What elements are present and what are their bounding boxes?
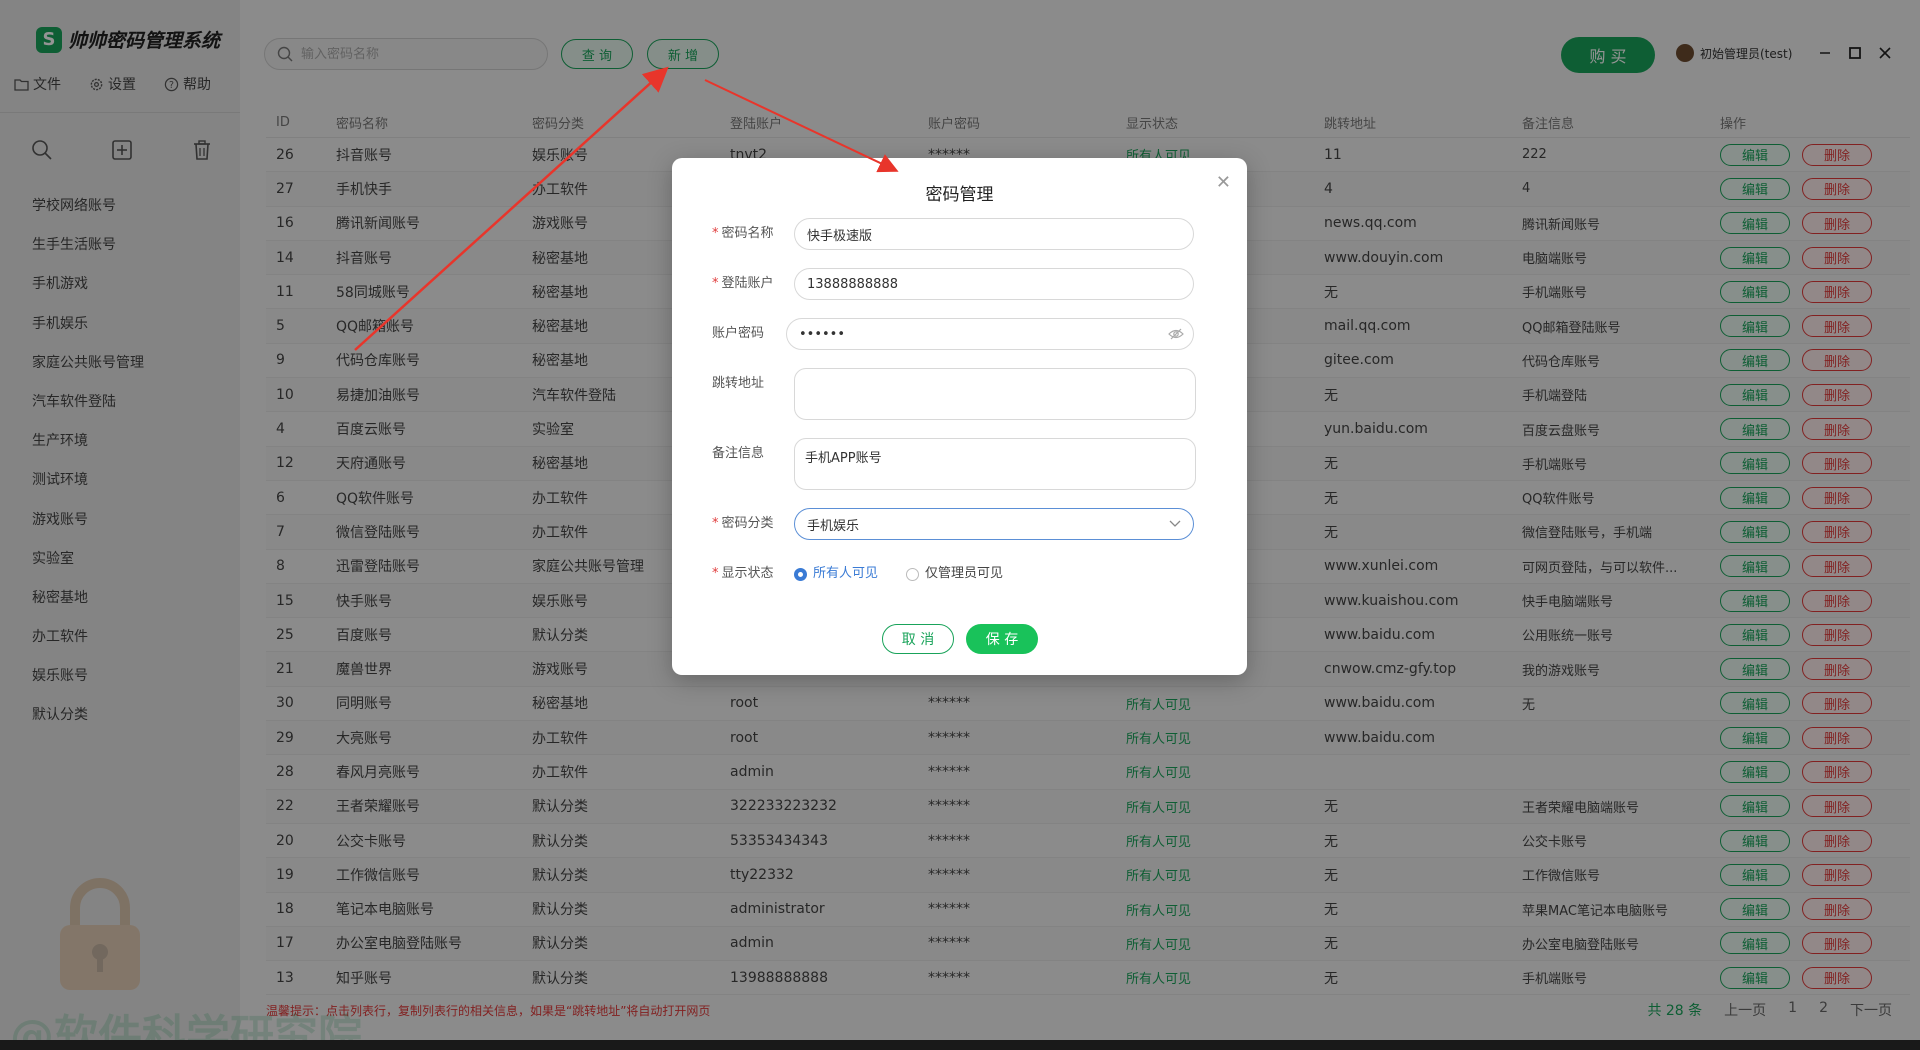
save-button[interactable]: 保 存 (966, 624, 1038, 654)
status-radio-all[interactable]: 所有人可见 (794, 558, 878, 590)
name-input[interactable] (794, 218, 1194, 250)
category-select[interactable]: 手机娱乐 (794, 508, 1194, 540)
account-row: * 登陆账户 (712, 268, 1194, 300)
status-radio-admin[interactable]: 仅管理员可见 (906, 558, 1003, 590)
category-selected-value: 手机娱乐 (807, 518, 860, 534)
cancel-button[interactable]: 取 消 (882, 624, 954, 654)
eye-icon[interactable] (1168, 326, 1184, 342)
account-input[interactable] (794, 268, 1194, 300)
status-row: * 显示状态 所有人可见 仅管理员可见 (712, 558, 1003, 590)
name-row: * 密码名称 (712, 218, 1194, 250)
url-label: 跳转地址 (712, 376, 765, 391)
note-row: 备注信息 手机APP账号 (712, 438, 1196, 490)
account-label: * 登陆账户 (712, 276, 774, 291)
password-dialog: 密码管理 ✕ *密码名称 *登陆账户 账户密码 跳转地址 备注信息 手机APP账… (672, 158, 1247, 675)
radio-checked-icon (794, 567, 807, 581)
url-row: 跳转地址 (712, 368, 1196, 420)
password-row: 账户密码 (712, 318, 1194, 350)
chevron-down-icon (1169, 520, 1181, 527)
name-label: * 密码名称 (712, 226, 774, 241)
note-textarea[interactable]: 手机APP账号 (794, 438, 1196, 490)
category-row: * 密码分类 手机娱乐 (712, 508, 1194, 540)
status-radio-group: 所有人可见 仅管理员可见 (794, 558, 1003, 590)
password-label: 账户密码 (712, 326, 765, 341)
close-icon[interactable]: ✕ (1216, 172, 1231, 193)
url-textarea[interactable] (794, 368, 1196, 420)
status-label: * 显示状态 (712, 566, 774, 581)
category-label: * 密码分类 (712, 516, 774, 531)
note-label: 备注信息 (712, 446, 765, 461)
dialog-title: 密码管理 (925, 185, 994, 205)
radio-unchecked-icon (906, 567, 920, 581)
password-field (786, 318, 1194, 350)
password-input[interactable] (786, 318, 1194, 350)
